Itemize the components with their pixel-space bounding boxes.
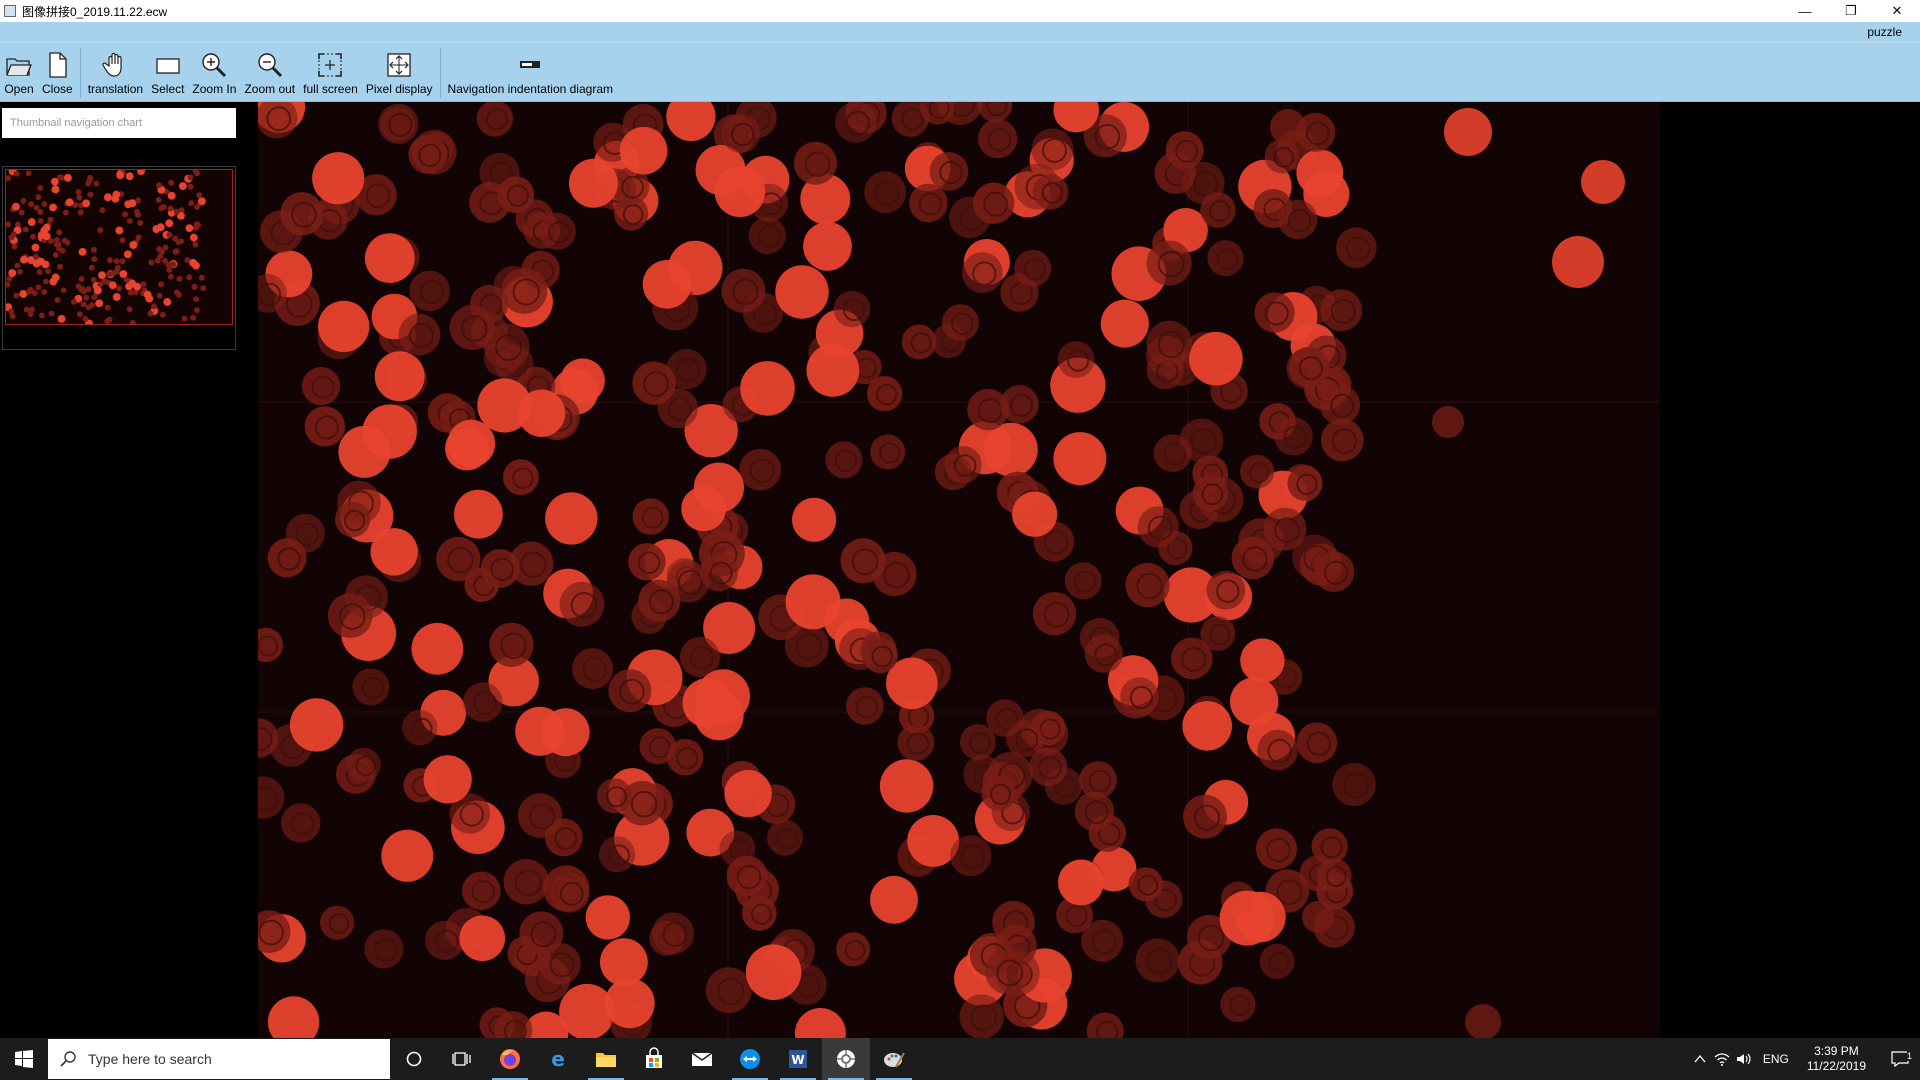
word-icon: W [789, 1050, 807, 1068]
mail-icon [691, 1052, 713, 1066]
close-window-button[interactable]: ✕ [1874, 0, 1920, 22]
zoom-in-icon [202, 53, 227, 78]
paint-icon [884, 1052, 905, 1068]
zoom-out-label: Zoom out [244, 82, 296, 96]
word-button[interactable]: W [774, 1038, 822, 1080]
pixel-display-icon [387, 53, 411, 77]
stitched-image [258, 102, 1662, 1038]
cortana-button[interactable] [390, 1038, 438, 1080]
store-icon [646, 1047, 662, 1068]
rectangle-icon [156, 58, 180, 74]
image-viewport[interactable] [258, 102, 1662, 1038]
action-center-button[interactable]: 1 [1880, 1051, 1920, 1067]
thumbnail-navigation-chart[interactable] [5, 169, 233, 325]
zoom-out-button[interactable]: Zoom out [240, 48, 299, 102]
svg-text:e: e [551, 1047, 565, 1071]
tool-group: Open Close translation Select Zoom In Zo… [0, 48, 617, 102]
thumbnail-panel: Thumbnail navigation chart [0, 102, 258, 1038]
task-view-button[interactable] [438, 1038, 486, 1080]
tab-puzzle[interactable]: puzzle [1867, 25, 1902, 39]
clock-date: 11/22/2019 [1806, 1059, 1866, 1073]
nav-diagram-button[interactable]: Navigation indentation diagram [444, 48, 617, 102]
file-explorer-icon [596, 1053, 616, 1067]
fullscreen-icon [318, 53, 343, 77]
show-hidden-icons-button[interactable] [1689, 1054, 1711, 1064]
thumbnail-box [2, 166, 236, 350]
close-label: Close [42, 82, 73, 96]
zoom-in-label: Zoom In [192, 82, 237, 96]
app-icon [4, 5, 16, 17]
pixel-display-label: Pixel display [365, 82, 433, 96]
zoom-in-button[interactable]: Zoom In [188, 48, 240, 102]
full-screen-button[interactable]: full screen [299, 48, 362, 102]
open-label: Open [4, 82, 34, 96]
cortana-icon [406, 1051, 422, 1067]
pixel-display-button[interactable]: Pixel display [362, 48, 437, 102]
clock[interactable]: 3:39 PM 11/22/2019 [1807, 1044, 1866, 1074]
ribbon-toolbar: puzzle Open Close translation Select Zoo… [0, 22, 1920, 102]
translation-button[interactable]: translation [84, 48, 147, 102]
file-explorer-button[interactable] [582, 1038, 630, 1080]
edge-icon: e [551, 1047, 565, 1071]
minimize-button[interactable]: — [1782, 0, 1828, 22]
app-icon-active [837, 1050, 855, 1068]
network-button[interactable] [1711, 1052, 1733, 1066]
hand-icon [102, 52, 122, 77]
restore-button[interactable]: ❐ [1828, 0, 1874, 22]
volume-button[interactable] [1733, 1052, 1755, 1066]
translation-label: translation [87, 82, 144, 96]
active-app-button[interactable] [822, 1038, 870, 1080]
clock-time: 3:39 PM [1814, 1044, 1859, 1058]
search-icon [60, 1051, 76, 1067]
teamviewer-button[interactable] [726, 1038, 774, 1080]
taskbar-search[interactable]: Type here to search [48, 1039, 390, 1079]
open-button[interactable]: Open [0, 48, 38, 102]
speaker-icon [1736, 1053, 1751, 1065]
document-icon [49, 52, 67, 78]
svg-text:W: W [791, 1053, 804, 1067]
start-button[interactable] [0, 1038, 48, 1080]
wifi-icon [1714, 1053, 1730, 1066]
system-tray: ENG 3:39 PM 11/22/2019 1 [1689, 1038, 1920, 1080]
paint-button[interactable] [870, 1038, 918, 1080]
teamviewer-icon [740, 1049, 760, 1069]
mail-button[interactable] [678, 1038, 726, 1080]
notification-count: 1 [1906, 1051, 1912, 1061]
search-placeholder: Type here to search [88, 1051, 212, 1067]
select-button[interactable]: Select [147, 48, 188, 102]
nav-diagram-label: Navigation indentation diagram [447, 82, 613, 96]
store-button[interactable] [630, 1038, 678, 1080]
zoom-out-icon [258, 53, 282, 78]
taskbar: Type here to search e W ENG 3:39 PM 11/2… [0, 1038, 1920, 1080]
chevron-up-icon [1694, 1054, 1706, 1063]
full-screen-label: full screen [303, 82, 358, 96]
title-bar: 图像拼接0_2019.11.22.ecw — ❐ ✕ [0, 0, 1920, 22]
window-controls: — ❐ ✕ [1782, 0, 1920, 22]
nav-diagram-icon [520, 61, 541, 68]
firefox-icon [500, 1049, 520, 1069]
select-label: Select [151, 82, 185, 96]
edge-button[interactable]: e [534, 1038, 582, 1080]
windows-icon [15, 1050, 33, 1068]
task-view-icon [452, 1052, 471, 1066]
folder-open-icon [6, 58, 32, 76]
language-indicator[interactable]: ENG [1763, 1052, 1789, 1066]
close-button[interactable]: Close [38, 48, 77, 102]
window-title: 图像拼接0_2019.11.22.ecw [22, 4, 168, 19]
thumbnail-panel-header: Thumbnail navigation chart [2, 108, 236, 138]
firefox-button[interactable] [486, 1038, 534, 1080]
